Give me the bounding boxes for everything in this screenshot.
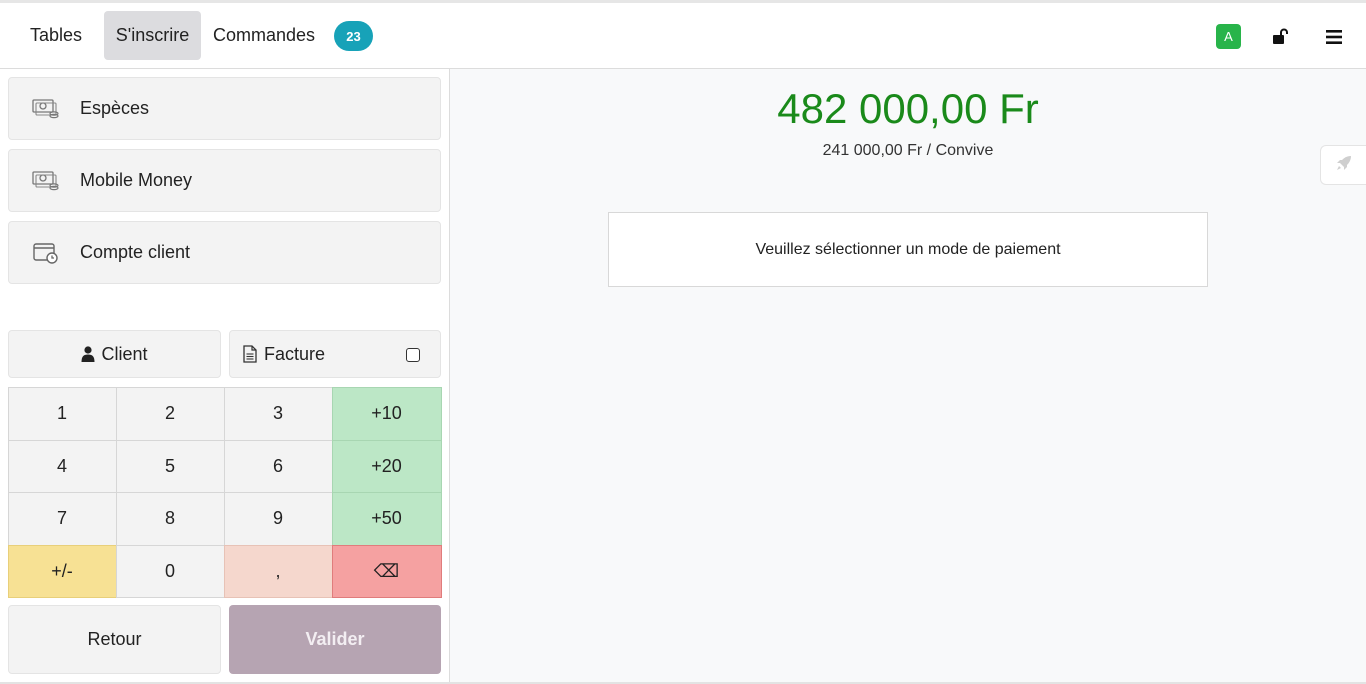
invoice-checkbox[interactable]	[406, 348, 420, 362]
user-icon	[81, 346, 95, 362]
top-navbar: Tables S'inscrire Commandes 23 A	[0, 3, 1366, 69]
numpad-key-sign[interactable]: +/-	[7, 544, 117, 598]
numpad-key-plus50[interactable]: +50	[331, 491, 442, 546]
document-icon	[242, 345, 258, 363]
payment-panel: Espèces Mobile Money Compte client Clien…	[0, 69, 450, 684]
numpad: 1 2 3 +10 4 5 6 +20 7 8 9 +50 +/- 0 , ⌫	[7, 386, 442, 598]
total-amount: 482 000,00 Fr	[777, 85, 1039, 132]
numpad-key-plus20[interactable]: +20	[331, 439, 442, 493]
payment-method-label: Compte client	[80, 242, 191, 262]
cash-icon	[31, 169, 61, 193]
unlock-icon[interactable]	[1268, 25, 1294, 49]
numpad-key-3[interactable]: 3	[223, 386, 333, 441]
numpad-key-0[interactable]: 0	[115, 544, 225, 598]
client-button-label: Client	[101, 343, 148, 364]
wallet-clock-icon	[31, 241, 61, 265]
numpad-key-6[interactable]: 6	[223, 439, 333, 493]
numpad-key-1[interactable]: 1	[7, 386, 117, 441]
numpad-key-2[interactable]: 2	[115, 386, 225, 441]
back-button[interactable]: Retour	[8, 605, 221, 674]
payment-method-notice: Veuillez sélectionner un mode de paiemen…	[608, 212, 1208, 287]
hamburger-menu-icon[interactable]	[1322, 25, 1346, 49]
rocket-icon	[1335, 154, 1353, 177]
numpad-key-plus10[interactable]: +10	[331, 386, 442, 441]
invoice-button[interactable]: Facture	[229, 330, 441, 378]
amount-per-guest: 241 000,00 Fr / Convive	[822, 142, 994, 159]
tab-sinscrire[interactable]: S'inscrire	[104, 11, 201, 60]
numpad-key-4[interactable]: 4	[7, 439, 117, 493]
payment-method-especes[interactable]: Espèces	[8, 77, 441, 140]
payment-method-label: Mobile Money	[80, 170, 193, 190]
payment-method-label: Espèces	[80, 98, 150, 118]
invoice-button-label: Facture	[264, 343, 326, 364]
tab-tables[interactable]: Tables	[17, 11, 95, 60]
numpad-key-5[interactable]: 5	[115, 439, 225, 493]
numpad-key-7[interactable]: 7	[7, 491, 117, 546]
numpad-key-9[interactable]: 9	[223, 491, 333, 546]
numpad-key-comma[interactable]: ,	[223, 544, 333, 598]
numpad-key-8[interactable]: 8	[115, 491, 225, 546]
payment-summary-panel: 482 000,00 Fr 241 000,00 Fr / Convive Ve…	[450, 69, 1366, 684]
tab-commandes[interactable]: Commandes	[207, 11, 321, 60]
numpad-key-backspace[interactable]: ⌫	[331, 544, 442, 598]
payment-method-compte-client[interactable]: Compte client	[8, 221, 441, 284]
client-button[interactable]: Client	[8, 330, 221, 378]
orders-count-badge[interactable]: 23	[334, 21, 373, 51]
payment-method-mobile-money[interactable]: Mobile Money	[8, 149, 441, 212]
cash-icon	[31, 97, 61, 121]
user-avatar[interactable]: A	[1216, 24, 1241, 49]
rocket-side-tab[interactable]	[1320, 145, 1366, 185]
validate-button[interactable]: Valider	[229, 605, 441, 674]
